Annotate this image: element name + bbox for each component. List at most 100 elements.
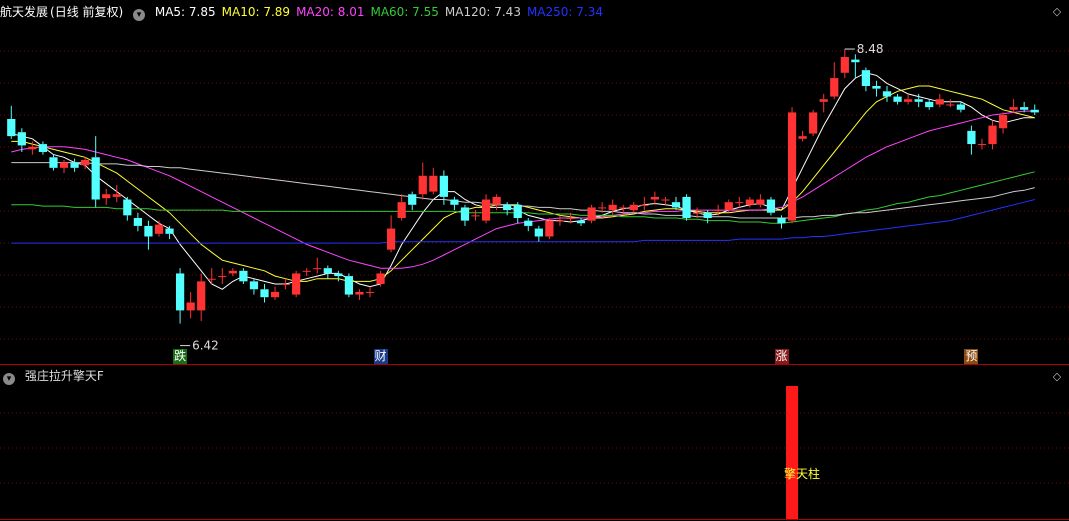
candle-body (882, 91, 892, 97)
candle[interactable] (935, 93, 944, 108)
candle[interactable] (830, 62, 839, 100)
candle[interactable] (38, 141, 48, 155)
candle[interactable] (218, 268, 227, 284)
candle[interactable] (576, 218, 586, 226)
ma-line-ma20 (11, 110, 1035, 269)
candle[interactable] (386, 215, 396, 253)
candle[interactable] (872, 80, 881, 97)
candle[interactable] (882, 86, 892, 102)
candle[interactable] (408, 191, 417, 211)
settings-icon[interactable]: ▾ (133, 9, 146, 21)
candle[interactable] (555, 215, 565, 226)
candle[interactable] (766, 196, 776, 216)
candle[interactable] (798, 130, 807, 142)
candle[interactable] (809, 109, 818, 137)
candle[interactable] (671, 196, 681, 211)
candle[interactable] (851, 54, 860, 79)
candle[interactable] (186, 291, 195, 319)
candle[interactable] (17, 128, 26, 152)
candle[interactable] (545, 218, 554, 240)
candle[interactable] (365, 286, 375, 298)
candle[interactable] (967, 125, 976, 155)
candle[interactable] (249, 278, 259, 295)
candle[interactable] (175, 268, 185, 324)
candle[interactable] (714, 204, 723, 216)
candle[interactable] (998, 112, 1008, 134)
period-label[interactable]: (日线 前复权) (50, 5, 123, 19)
candle[interactable] (429, 167, 438, 195)
candle[interactable] (228, 268, 237, 277)
candle[interactable] (1030, 104, 1039, 116)
candle-body (967, 130, 976, 145)
high-price-label: 8.48 (857, 42, 884, 56)
candle[interactable] (587, 204, 596, 224)
candle[interactable] (650, 191, 660, 205)
candle[interactable] (144, 220, 153, 250)
candle[interactable] (302, 268, 311, 277)
candle[interactable] (777, 215, 786, 229)
signal-tag: 跌 (173, 349, 188, 364)
indicator-name[interactable]: 强庄拉升擎天F (25, 369, 104, 383)
candle-body (492, 196, 501, 205)
candle[interactable] (355, 289, 364, 300)
maximize-icon[interactable]: ◇ (1051, 6, 1063, 18)
candle[interactable] (756, 194, 765, 208)
sub-maximize-icon[interactable]: ◇ (1051, 371, 1063, 383)
candle[interactable] (513, 202, 522, 224)
candle[interactable] (133, 212, 143, 232)
candle[interactable] (260, 284, 269, 303)
candle[interactable] (481, 194, 491, 224)
sub-settings-icon[interactable]: ▾ (3, 373, 15, 385)
candle[interactable] (397, 194, 406, 221)
ma-legend-item: MA120: 7.43 (444, 5, 521, 19)
candle[interactable] (59, 159, 69, 174)
candle[interactable] (1009, 99, 1018, 113)
candle[interactable] (49, 154, 58, 171)
candle[interactable] (682, 194, 691, 221)
candle[interactable] (861, 67, 871, 92)
candle[interactable] (165, 225, 174, 240)
candle[interactable] (735, 196, 744, 208)
candle[interactable] (640, 196, 649, 211)
candle[interactable] (344, 273, 354, 298)
candle[interactable] (323, 265, 332, 279)
candle[interactable] (7, 105, 16, 139)
main-panel-header: 航天发展 (日线 前复权) ▾ MA5: 7.85 MA10: 7.89 MA20: … (0, 2, 615, 22)
candle-body (186, 302, 195, 311)
candle-body (49, 157, 58, 168)
stock-name[interactable]: 航天发展 (0, 5, 48, 19)
candle[interactable] (977, 138, 987, 150)
candle[interactable] (460, 204, 470, 226)
candle[interactable] (903, 93, 913, 105)
candle[interactable] (534, 225, 543, 242)
candle[interactable] (661, 196, 670, 205)
candle[interactable] (946, 99, 955, 108)
candle[interactable] (840, 49, 849, 79)
candle[interactable] (123, 196, 132, 221)
candle[interactable] (787, 107, 797, 224)
kline-chart[interactable]: 8.48 6.42 擎天柱 (0, 0, 1069, 521)
candle-body (619, 207, 628, 209)
candle[interactable] (925, 99, 934, 110)
candle[interactable] (524, 218, 533, 232)
candlesticks[interactable] (7, 49, 1039, 324)
candle[interactable] (450, 196, 459, 211)
candle[interactable] (988, 120, 997, 150)
candle[interactable] (819, 93, 828, 113)
candle[interactable] (292, 270, 301, 298)
candle[interactable] (281, 278, 290, 290)
candle[interactable] (503, 202, 512, 216)
candle[interactable] (471, 210, 480, 221)
candle[interactable] (70, 158, 79, 172)
candle[interactable] (207, 268, 216, 284)
price-markers: 8.48 6.42 (180, 42, 884, 353)
candle[interactable] (154, 220, 164, 237)
candle[interactable] (197, 273, 206, 321)
candle-body (671, 202, 681, 208)
candle[interactable] (270, 286, 280, 300)
candle[interactable] (313, 257, 322, 274)
candle[interactable] (418, 162, 427, 200)
candle[interactable] (893, 93, 902, 105)
candle[interactable] (102, 188, 111, 205)
candle[interactable] (239, 268, 248, 284)
